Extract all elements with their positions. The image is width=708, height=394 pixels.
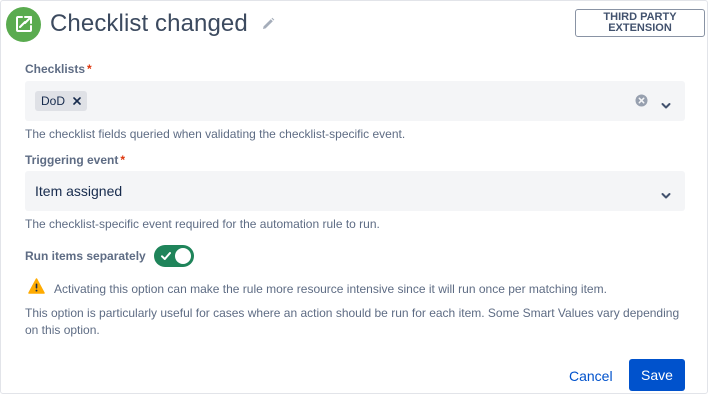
badge-line-2: EXTENSION bbox=[608, 22, 672, 34]
warning-icon bbox=[28, 278, 45, 299]
required-marker: * bbox=[120, 153, 126, 167]
checklists-select[interactable]: DoD bbox=[25, 81, 685, 121]
chevron-down-icon[interactable] bbox=[661, 187, 671, 205]
toggle-knob bbox=[174, 248, 191, 264]
clear-icon[interactable] bbox=[635, 94, 648, 112]
required-marker: * bbox=[87, 62, 92, 76]
info-text: This option is particularly useful for c… bbox=[25, 306, 680, 337]
close-icon[interactable] bbox=[73, 97, 81, 105]
warning-text: Activating this option can make the rule… bbox=[54, 281, 607, 296]
checklist-trigger-icon bbox=[6, 6, 41, 42]
pencil-icon[interactable] bbox=[261, 17, 275, 31]
save-button[interactable]: Save bbox=[629, 359, 685, 391]
run-items-row: Run items separately bbox=[25, 245, 194, 267]
rule-panel: Checklist changed THIRD PARTY EXTENSION … bbox=[0, 0, 708, 394]
triggering-event-value: Item assigned bbox=[35, 183, 123, 199]
third-party-badge: THIRD PARTY EXTENSION bbox=[575, 9, 705, 37]
warning-message: Activating this option can make the rule… bbox=[28, 278, 607, 299]
check-icon bbox=[160, 252, 171, 260]
triggering-event-label: Triggering event * bbox=[25, 153, 125, 167]
triggering-event-label-text: Triggering event bbox=[25, 153, 119, 167]
checklists-helper: The checklist fields queried when valida… bbox=[25, 127, 406, 141]
checklists-label: Checklists * bbox=[25, 62, 92, 76]
chevron-down-icon[interactable] bbox=[661, 97, 671, 115]
triggering-event-helper: The checklist-specific event required fo… bbox=[25, 217, 380, 231]
cancel-button[interactable]: Cancel bbox=[559, 360, 623, 392]
checklists-label-text: Checklists bbox=[25, 62, 86, 76]
run-items-toggle[interactable] bbox=[153, 245, 194, 267]
chip-label: DoD bbox=[41, 94, 66, 108]
page-title: Checklist changed bbox=[50, 10, 248, 37]
panel-header: Checklist changed bbox=[6, 6, 275, 42]
checklist-chip: DoD bbox=[35, 91, 88, 111]
run-items-label: Run items separately bbox=[25, 249, 146, 263]
triggering-event-select[interactable]: Item assigned bbox=[25, 171, 685, 211]
